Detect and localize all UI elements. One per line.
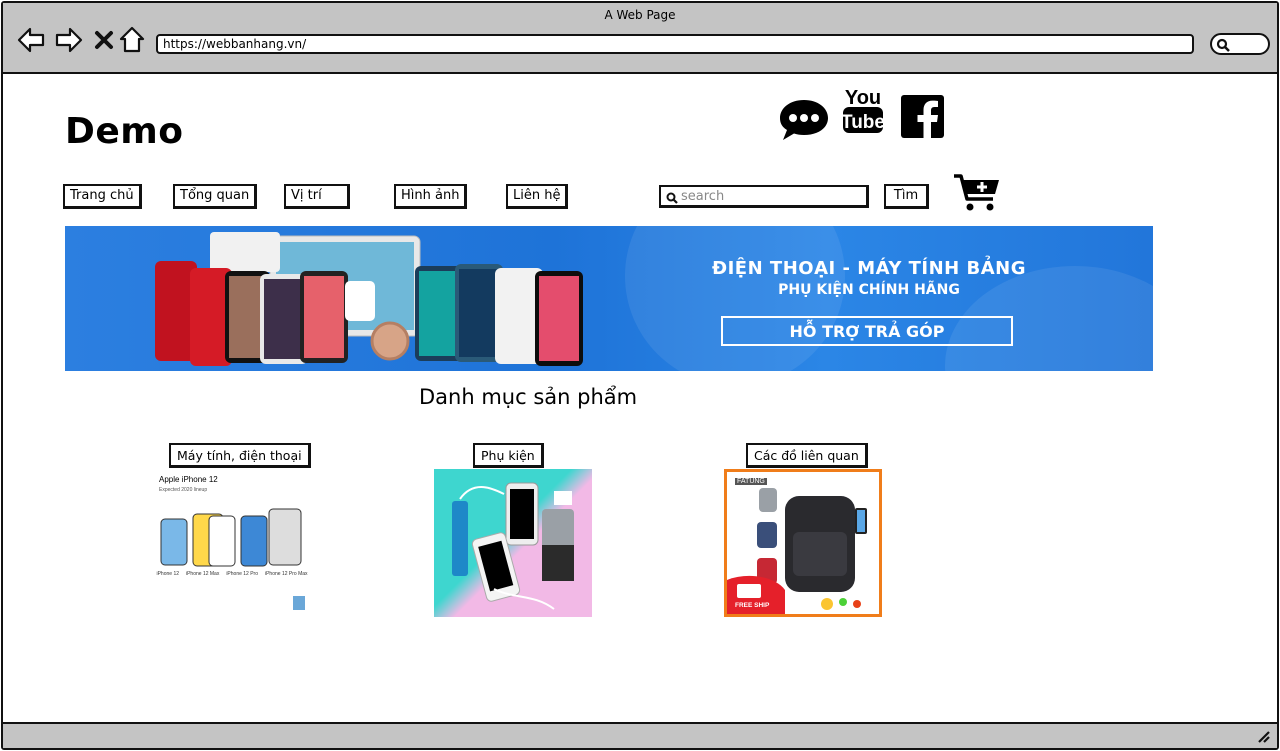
promo-banner[interactable]: ĐIỆN THOẠI - MÁY TÍNH BẢNG PHỤ KIỆN CHÍN… bbox=[65, 226, 1153, 371]
home-icon[interactable] bbox=[117, 25, 147, 55]
banner-subheadline: PHỤ KIỆN CHÍNH HÃNG bbox=[778, 282, 960, 298]
category-accessories-image[interactable] bbox=[434, 469, 592, 617]
youtube-icon[interactable]: You Tube bbox=[841, 85, 885, 139]
back-icon[interactable] bbox=[16, 25, 46, 55]
search-icon bbox=[666, 192, 678, 204]
nav-vi-tri[interactable]: Vị trí bbox=[284, 184, 350, 209]
nav-trang-chu[interactable]: Trang chủ bbox=[63, 184, 142, 209]
search-button[interactable]: Tìm bbox=[884, 184, 929, 209]
search-input[interactable]: search bbox=[659, 185, 869, 208]
browser-window: A Web Page https://webbanhang.vn/ Demo Y… bbox=[1, 1, 1279, 750]
category-accessories[interactable]: Phụ kiện bbox=[473, 443, 544, 468]
add-to-cart-icon[interactable] bbox=[953, 173, 1001, 217]
iphone-heading: Apple iPhone 12 bbox=[159, 475, 218, 484]
model-name: iPhone 12 Pro bbox=[226, 571, 259, 577]
facebook-icon[interactable] bbox=[901, 95, 944, 142]
category-related-items[interactable]: Các đồ liên quan bbox=[746, 443, 868, 468]
chat-bubble-icon[interactable] bbox=[778, 98, 830, 146]
category-computers-phones-image[interactable]: Apple iPhone 12 Expected 2020 lineup iPh… bbox=[153, 469, 311, 617]
svg-text:Tube: Tube bbox=[841, 112, 885, 133]
stop-icon[interactable] bbox=[89, 25, 119, 55]
iphone-lineup-illustration bbox=[160, 508, 305, 610]
browser-titlebar: A Web Page https://webbanhang.vn/ bbox=[3, 3, 1277, 74]
forward-icon[interactable] bbox=[54, 25, 84, 55]
category-computers-phones[interactable]: Máy tính, điện thoại bbox=[169, 443, 311, 468]
banner-headline: ĐIỆN THOẠI - MÁY TÍNH BẢNG bbox=[712, 258, 1026, 279]
free-ship-badge: FREE SHIP bbox=[735, 602, 770, 609]
installment-button[interactable]: HỖ TRỢ TRẢ GÓP bbox=[721, 316, 1013, 346]
iphone-subheading: Expected 2020 lineup bbox=[159, 487, 208, 493]
banner-decoration bbox=[625, 226, 845, 371]
site-logo[interactable]: Demo bbox=[65, 111, 184, 152]
window-title: A Web Page bbox=[604, 8, 676, 22]
backpack-illustration bbox=[727, 488, 867, 614]
resize-handle-icon[interactable] bbox=[1257, 730, 1271, 744]
model-name: iPhone 12 bbox=[156, 571, 180, 577]
model-name: iPhone 12 Max bbox=[185, 571, 220, 577]
devices-illustration bbox=[155, 232, 583, 366]
svg-text:You: You bbox=[845, 87, 881, 109]
magnifier-icon bbox=[1216, 38, 1230, 52]
nav-lien-he[interactable]: Liên hệ bbox=[506, 184, 569, 209]
browser-statusbar bbox=[3, 722, 1277, 748]
brand-label: FATUNG bbox=[735, 478, 767, 485]
browser-search-box[interactable] bbox=[1210, 33, 1270, 55]
nav-tong-quan[interactable]: Tổng quan bbox=[173, 184, 258, 209]
category-related-items-image[interactable]: FATUNG FREE SHIP bbox=[724, 469, 882, 617]
nav-hinh-anh[interactable]: Hình ảnh bbox=[394, 184, 468, 209]
iphone-model-names: iPhone 12 iPhone 12 Max iPhone 12 Pro iP… bbox=[153, 571, 311, 577]
search-placeholder: search bbox=[681, 189, 725, 204]
model-name: iPhone 12 Pro Max bbox=[264, 571, 308, 577]
catalog-title: Danh mục sản phẩm bbox=[419, 385, 638, 409]
accessories-illustration bbox=[452, 482, 574, 610]
address-bar[interactable]: https://webbanhang.vn/ bbox=[156, 34, 1194, 54]
